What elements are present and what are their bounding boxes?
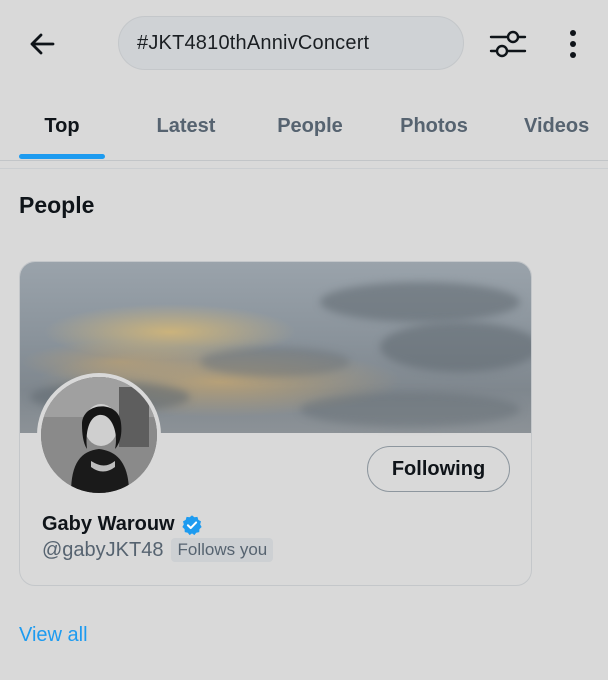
arrow-left-icon <box>30 33 55 55</box>
view-all-link[interactable]: View all <box>19 624 88 647</box>
following-button[interactable]: Following <box>367 446 510 492</box>
back-button[interactable] <box>24 26 60 62</box>
verified-badge-icon <box>181 514 202 535</box>
results-tabs: Top Latest People Photos Videos <box>0 96 608 160</box>
search-query-text: #JKT4810thAnnivConcert <box>137 31 370 54</box>
tab-videos[interactable]: Videos <box>514 96 608 156</box>
avatar[interactable] <box>37 373 161 497</box>
top-bar: #JKT4810thAnnivConcert <box>0 0 608 88</box>
tab-photos[interactable]: Photos <box>388 96 480 156</box>
more-options-button[interactable] <box>560 24 586 64</box>
tab-people[interactable]: People <box>264 96 356 156</box>
search-results-screen: #JKT4810thAnnivConcert Top Latest People… <box>0 0 608 680</box>
search-filter-button[interactable] <box>486 24 530 64</box>
active-tab-indicator <box>19 154 105 159</box>
profile-photo <box>41 377 157 493</box>
user-display-name[interactable]: Gaby Warouw <box>42 513 203 536</box>
user-card[interactable]: Following Gaby Warouw @gabyJKT48 Follows… <box>19 261 532 586</box>
display-name-text: Gaby Warouw <box>42 513 175 535</box>
section-divider <box>0 168 608 169</box>
user-handle: @gabyJKT48 <box>42 538 164 561</box>
search-input[interactable]: #JKT4810thAnnivConcert <box>118 16 464 70</box>
follows-you-badge: Follows you <box>171 538 274 562</box>
tab-latest[interactable]: Latest <box>140 96 232 156</box>
tabs-divider <box>0 160 608 161</box>
section-title: People <box>19 192 95 218</box>
handle-row: @gabyJKT48 Follows you <box>42 538 274 562</box>
more-vertical-icon <box>570 30 576 58</box>
sliders-icon <box>489 30 527 58</box>
tab-top[interactable]: Top <box>19 96 105 156</box>
